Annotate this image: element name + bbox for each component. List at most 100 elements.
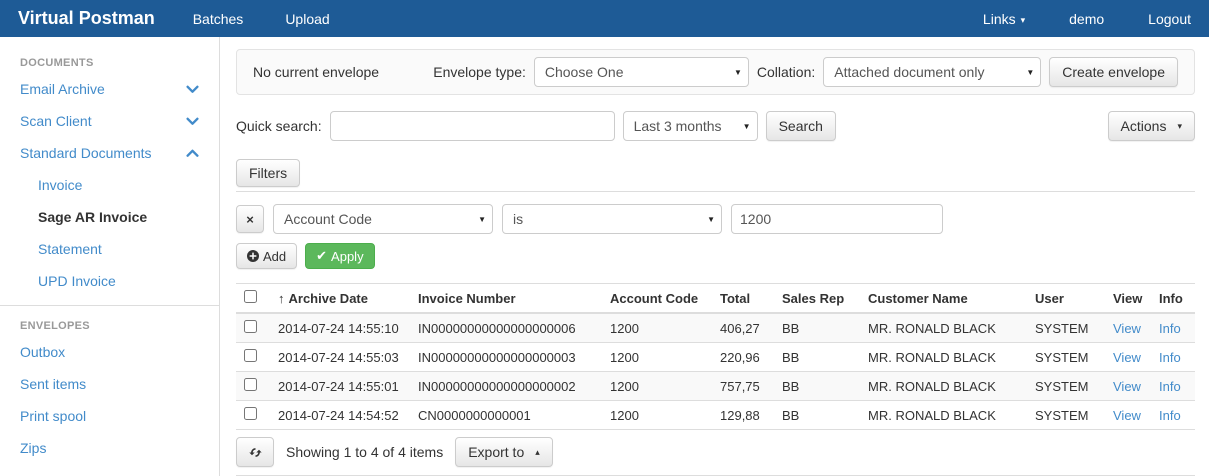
info-link[interactable]: Info bbox=[1159, 350, 1181, 365]
add-filter-button[interactable]: Add bbox=[236, 243, 297, 269]
sidebar-item-zips[interactable]: Zips bbox=[0, 432, 219, 464]
select-caret-icon: ▼ bbox=[472, 215, 486, 224]
cell-sales-rep: BB bbox=[774, 313, 860, 343]
row-checkbox[interactable] bbox=[244, 378, 257, 391]
info-link[interactable]: Info bbox=[1159, 321, 1181, 336]
view-link[interactable]: View bbox=[1113, 379, 1141, 394]
quick-search-label: Quick search: bbox=[236, 118, 322, 134]
sidebar-item-outbox[interactable]: Outbox bbox=[0, 336, 219, 368]
header-view: View bbox=[1105, 284, 1151, 314]
sidebar-item-sage-ar-invoice[interactable]: Sage AR Invoice bbox=[0, 201, 219, 233]
cell-total: 129,88 bbox=[712, 401, 774, 430]
table-row: 2014-07-24 14:54:52 CN0000000000001 1200… bbox=[236, 401, 1195, 430]
sidebar-item-upd-invoice[interactable]: UPD Invoice bbox=[0, 265, 219, 297]
header-account-code[interactable]: Account Code bbox=[602, 284, 712, 314]
nav-batches[interactable]: Batches bbox=[193, 11, 244, 27]
info-link[interactable]: Info bbox=[1159, 408, 1181, 423]
view-link[interactable]: View bbox=[1113, 408, 1141, 423]
cell-account-code: 1200 bbox=[602, 401, 712, 430]
search-button[interactable]: Search bbox=[766, 111, 836, 141]
cell-sales-rep: BB bbox=[774, 343, 860, 372]
select-caret-icon: ▼ bbox=[737, 122, 751, 131]
view-link[interactable]: View bbox=[1113, 321, 1141, 336]
chevron-down-icon bbox=[186, 85, 199, 94]
apply-filter-button[interactable]: ✔ Apply bbox=[305, 243, 374, 269]
create-envelope-button[interactable]: Create envelope bbox=[1049, 57, 1178, 87]
header-customer-name[interactable]: Customer Name bbox=[860, 284, 1027, 314]
header-user[interactable]: User bbox=[1027, 284, 1105, 314]
cell-invoice-number: IN00000000000000000003 bbox=[410, 343, 602, 372]
refresh-icon bbox=[249, 446, 262, 459]
quick-search-input[interactable] bbox=[330, 111, 615, 141]
sidebar-item-print-spool[interactable]: Print spool bbox=[0, 400, 219, 432]
close-icon: × bbox=[246, 212, 254, 227]
header-select-all bbox=[236, 284, 270, 314]
caret-down-icon: ▾ bbox=[1021, 15, 1026, 25]
nav-logout[interactable]: Logout bbox=[1148, 11, 1191, 27]
showing-items-text: Showing 1 to 4 of 4 items bbox=[286, 444, 443, 460]
filters-body: × Account Code ▼ is ▼ Add bbox=[236, 191, 1195, 269]
filter-actions: Add ✔ Apply bbox=[236, 243, 1195, 269]
cell-invoice-number: IN00000000000000000002 bbox=[410, 372, 602, 401]
header-archive-date[interactable]: ↑Archive Date bbox=[270, 284, 410, 314]
select-caret-icon: ▼ bbox=[701, 215, 715, 224]
check-icon: ✔ bbox=[316, 248, 327, 264]
cell-customer-name: MR. RONALD BLACK bbox=[860, 313, 1027, 343]
filter-value-input[interactable] bbox=[731, 204, 943, 234]
cell-total: 220,96 bbox=[712, 343, 774, 372]
sidebar-item-statement[interactable]: Statement bbox=[0, 233, 219, 265]
sidebar-item-sent-items[interactable]: Sent items bbox=[0, 368, 219, 400]
cell-total: 757,75 bbox=[712, 372, 774, 401]
sidebar-item-invoice[interactable]: Invoice bbox=[0, 169, 219, 201]
table-row: 2014-07-24 14:55:03 IN000000000000000000… bbox=[236, 343, 1195, 372]
cell-user: SYSTEM bbox=[1027, 372, 1105, 401]
envelope-type-select[interactable]: Choose One ▼ bbox=[534, 57, 749, 87]
view-link[interactable]: View bbox=[1113, 350, 1141, 365]
sidebar-header-documents: DOCUMENTS bbox=[0, 45, 219, 73]
select-caret-icon: ▼ bbox=[1020, 68, 1034, 77]
filters-section: Filters × Account Code ▼ is ▼ bbox=[236, 159, 1195, 269]
row-checkbox[interactable] bbox=[244, 349, 257, 362]
cell-account-code: 1200 bbox=[602, 372, 712, 401]
collation-select[interactable]: Attached document only ▼ bbox=[823, 57, 1041, 87]
cell-customer-name: MR. RONALD BLACK bbox=[860, 372, 1027, 401]
filters-toggle-button[interactable]: Filters bbox=[236, 159, 300, 187]
row-checkbox[interactable] bbox=[244, 320, 257, 333]
remove-filter-button[interactable]: × bbox=[236, 205, 264, 233]
sidebar-item-email-archive[interactable]: Email Archive bbox=[0, 73, 219, 105]
cell-archive-date: 2014-07-24 14:55:03 bbox=[270, 343, 410, 372]
header-sales-rep[interactable]: Sales Rep bbox=[774, 284, 860, 314]
cell-account-code: 1200 bbox=[602, 313, 712, 343]
cell-invoice-number: IN00000000000000000006 bbox=[410, 313, 602, 343]
brand-logo[interactable]: Virtual Postman bbox=[18, 8, 155, 29]
actions-button[interactable]: Actions ▾ bbox=[1108, 111, 1195, 141]
cell-account-code: 1200 bbox=[602, 343, 712, 372]
sidebar: DOCUMENTS Email Archive Scan Client Stan… bbox=[0, 37, 220, 476]
plus-circle-icon bbox=[247, 250, 259, 262]
row-checkbox[interactable] bbox=[244, 407, 257, 420]
results-table: ↑Archive Date Invoice Number Account Cod… bbox=[236, 283, 1195, 430]
table-header-row: ↑Archive Date Invoice Number Account Cod… bbox=[236, 284, 1195, 314]
filter-operator-select[interactable]: is ▼ bbox=[502, 204, 722, 234]
filter-field-select[interactable]: Account Code ▼ bbox=[273, 204, 493, 234]
info-link[interactable]: Info bbox=[1159, 379, 1181, 394]
select-all-checkbox[interactable] bbox=[244, 290, 257, 303]
header-invoice-number[interactable]: Invoice Number bbox=[410, 284, 602, 314]
sidebar-item-scan-client[interactable]: Scan Client bbox=[0, 105, 219, 137]
sidebar-item-standard-documents[interactable]: Standard Documents bbox=[0, 137, 219, 169]
cell-customer-name: MR. RONALD BLACK bbox=[860, 401, 1027, 430]
header-total[interactable]: Total bbox=[712, 284, 774, 314]
refresh-button[interactable] bbox=[236, 437, 274, 467]
nav-upload[interactable]: Upload bbox=[285, 11, 329, 27]
nav-user[interactable]: demo bbox=[1069, 11, 1104, 27]
caret-up-icon: ▴ bbox=[535, 447, 540, 458]
sidebar-divider bbox=[0, 305, 219, 306]
main-content: No current envelope Envelope type: Choos… bbox=[220, 37, 1209, 476]
sort-ascending-icon: ↑ bbox=[278, 291, 285, 306]
cell-sales-rep: BB bbox=[774, 372, 860, 401]
nav-links-dropdown[interactable]: Links▾ bbox=[983, 11, 1025, 27]
chevron-up-icon bbox=[186, 149, 199, 158]
cell-user: SYSTEM bbox=[1027, 343, 1105, 372]
period-select[interactable]: Last 3 months ▼ bbox=[623, 111, 758, 141]
export-to-button[interactable]: Export to ▴ bbox=[455, 437, 553, 467]
